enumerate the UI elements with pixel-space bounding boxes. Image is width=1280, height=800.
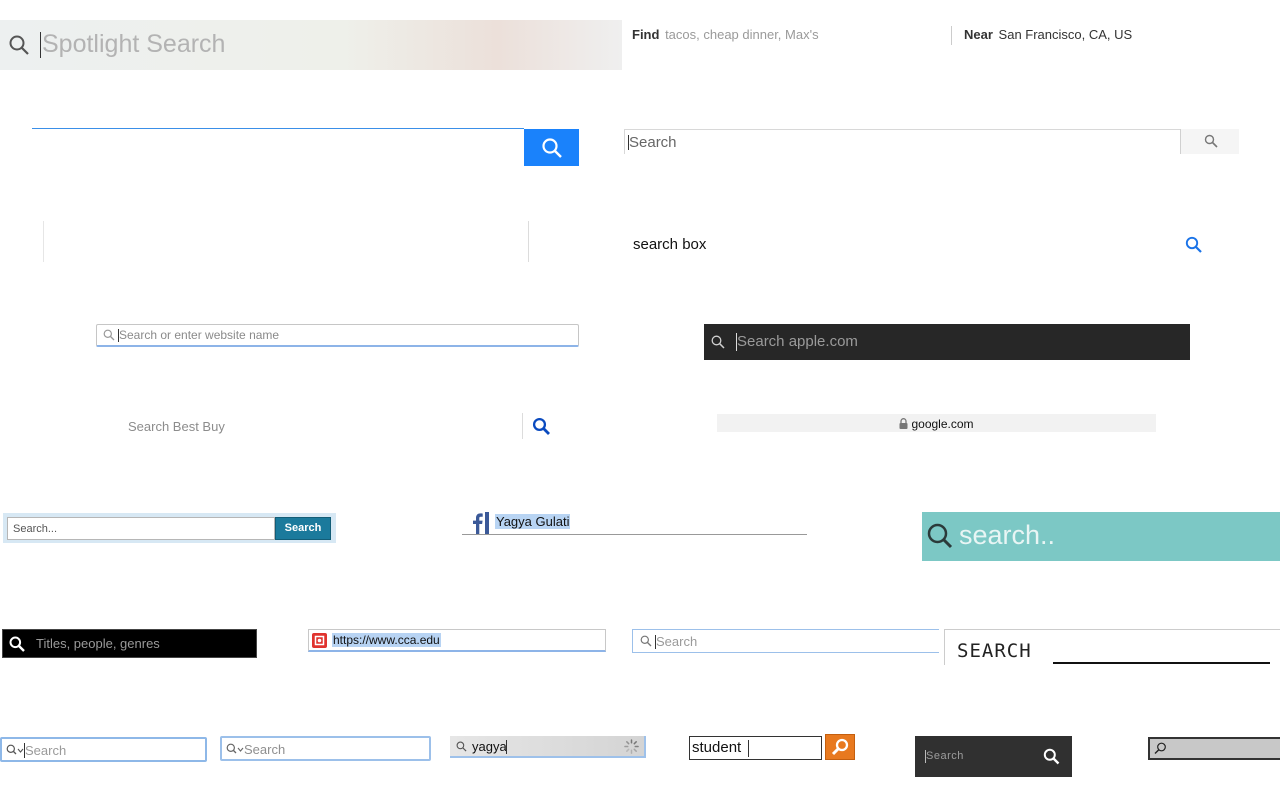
google-address-bar[interactable]: google.com [717,414,1156,432]
search-icon [1204,134,1218,148]
mac-search-3-placeholder: Search [244,742,286,757]
dark-small-placeholder: Search [926,750,964,762]
text-caret [748,740,749,757]
loading-search-value: yagya [472,739,507,754]
text-caret [40,32,41,58]
spotlight-placeholder: Spotlight Search [42,30,226,58]
netflix-search-field[interactable]: Titles, people, genres [2,629,257,658]
site-favicon [312,633,327,648]
search-icon [532,417,551,436]
search-icon [456,741,467,752]
student-search-input[interactable]: student [689,736,822,760]
yelp-divider [951,26,952,45]
teal-large-search-field[interactable]: search.. [922,512,1280,561]
near-label: Near [964,27,993,42]
google-url: google.com [911,416,974,431]
teal-search-placeholder: Search... [13,523,58,535]
search-dropdown-icon[interactable] [6,744,24,756]
facebook-search-field[interactable]: Yagya Gulati [462,510,807,535]
search-icon [640,635,652,647]
blue-search-button[interactable] [524,129,579,166]
grey-tiny-search-field[interactable] [1148,737,1280,760]
empty-search-box[interactable] [43,221,529,262]
teal-search-button-label: Search [284,522,322,534]
bestbuy-search-button[interactable] [523,412,559,440]
bestbuy-search-input[interactable]: Search Best Buy [120,412,522,440]
student-search-button[interactable] [825,734,855,760]
find-placeholder: tacos, cheap dinner, Max's [665,27,819,42]
cca-url: https://www.cca.edu [332,633,441,647]
search-icon [8,34,30,56]
search-dropdown-icon[interactable] [226,743,244,755]
bestbuy-placeholder: Search Best Buy [128,419,225,434]
retro-search-label: SEARCH [957,640,1032,662]
search-icon [9,636,25,652]
facebook-search-value: Yagya Gulati [495,514,571,529]
text-caret [506,740,507,754]
loading-spinner-icon [624,739,639,754]
mac-search-2-placeholder: Search [25,743,67,758]
search-icon [541,137,563,159]
student-search-value: student [692,739,742,756]
teal-search-button[interactable]: Search [275,517,331,540]
cca-address-bar[interactable]: https://www.cca.edu [308,629,606,652]
search-icon [711,335,725,349]
search-icon [831,738,849,756]
safari-placeholder: Search or enter website name [119,328,280,342]
retro-search-input[interactable] [1053,648,1270,664]
blue-button-search-input[interactable] [32,128,524,166]
search-icon [926,522,954,550]
near-value: San Francisco, CA, US [998,27,1133,42]
lock-icon [899,418,908,430]
search-icon [1154,742,1167,755]
teal-large-placeholder: search.. [959,520,1056,550]
mac-search-field[interactable]: Search [632,629,939,653]
search-icon [103,329,115,341]
grey-search-input[interactable]: Search [624,129,1180,154]
apple-search-field[interactable]: Search apple.com [704,324,1190,360]
apple-search-placeholder: Search apple.com [737,333,858,350]
search-box-field[interactable]: search box [624,228,1214,262]
mac-search-field-2[interactable]: Search [0,737,207,762]
netflix-placeholder: Titles, people, genres [36,636,160,651]
search-icon[interactable] [1043,748,1060,765]
mac-search-placeholder: Search [656,634,698,649]
yelp-find-field[interactable]: Find tacos, cheap dinner, Max's [632,20,950,50]
grey-search-placeholder: Search [629,134,677,151]
yelp-near-field[interactable]: Near San Francisco, CA, US [964,20,1264,50]
safari-address-bar[interactable]: Search or enter website name [96,324,579,347]
facebook-icon [468,512,490,534]
mac-search-field-3[interactable]: Search [220,736,431,761]
teal-search-input[interactable]: Search... [7,517,275,540]
search-icon[interactable] [1185,236,1203,254]
grey-search-button[interactable] [1180,129,1239,154]
spotlight-search-field[interactable]: Spotlight Search [0,20,622,70]
loading-search-field[interactable]: yagya [450,736,646,758]
search-box-value: search box [633,236,707,253]
dark-small-search-field[interactable]: Search [915,736,1072,777]
find-label: Find [632,27,660,42]
